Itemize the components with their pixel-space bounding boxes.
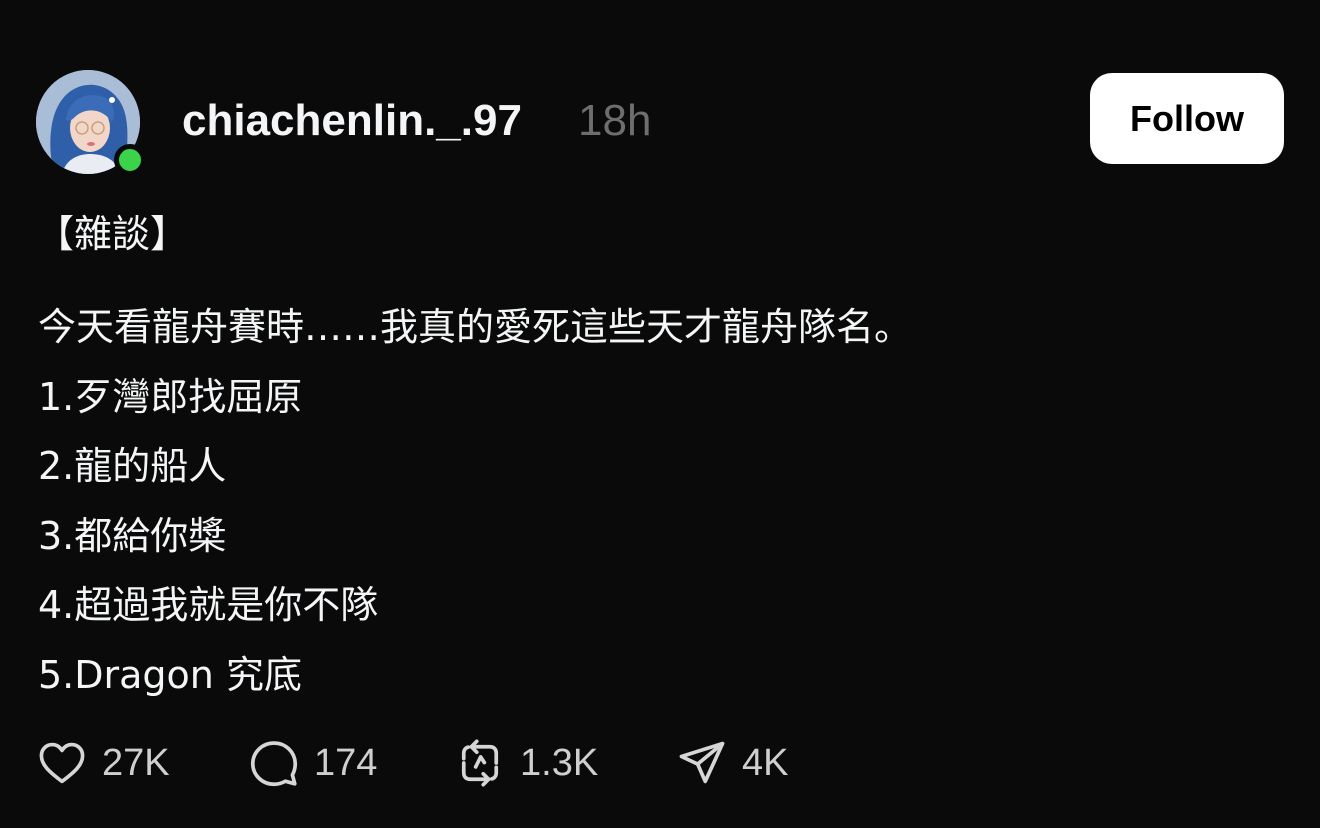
- follow-button[interactable]: Follow: [1090, 73, 1284, 164]
- post-body: 今天看龍舟賽時……我真的愛死這些天才龍舟隊名。 1.歹灣郎找屈原 2.龍的船人 …: [38, 298, 912, 715]
- post-line: 2.龍的船人: [38, 444, 227, 488]
- post-tag: 【雜談】: [36, 212, 189, 256]
- share-button[interactable]: 4K: [676, 736, 788, 790]
- share-count: 4K: [742, 741, 789, 784]
- repost-count: 1.3K: [520, 741, 599, 784]
- like-count: 27K: [102, 741, 170, 784]
- post-line: 3.都給你槳: [38, 513, 227, 558]
- repost-icon: [454, 737, 506, 789]
- like-button[interactable]: 27K: [36, 736, 170, 790]
- paper-plane-icon: [676, 737, 728, 789]
- heart-icon: [36, 737, 88, 789]
- post-line: 1.歹灣郎找屈原: [38, 374, 303, 419]
- post-line: 今天看龍舟賽時……我真的愛死這些天才龍舟隊名。: [38, 305, 913, 349]
- post-line: 4.超過我就是你不隊: [38, 583, 379, 627]
- avatar[interactable]: [36, 70, 146, 178]
- reply-button[interactable]: 174: [248, 736, 377, 790]
- threads-post: chiachenlin._.97 18h Follow 【雜談】 今天看龍舟賽時…: [0, 0, 1320, 828]
- username[interactable]: chiachenlin._.97: [182, 95, 522, 147]
- online-status-dot: [114, 144, 146, 176]
- speech-bubble-icon: [248, 737, 300, 789]
- post-line: 5.Dragon 究底: [38, 652, 302, 697]
- repost-button[interactable]: 1.3K: [454, 736, 598, 790]
- reply-count: 174: [314, 741, 378, 784]
- post-timestamp: 18h: [578, 96, 652, 145]
